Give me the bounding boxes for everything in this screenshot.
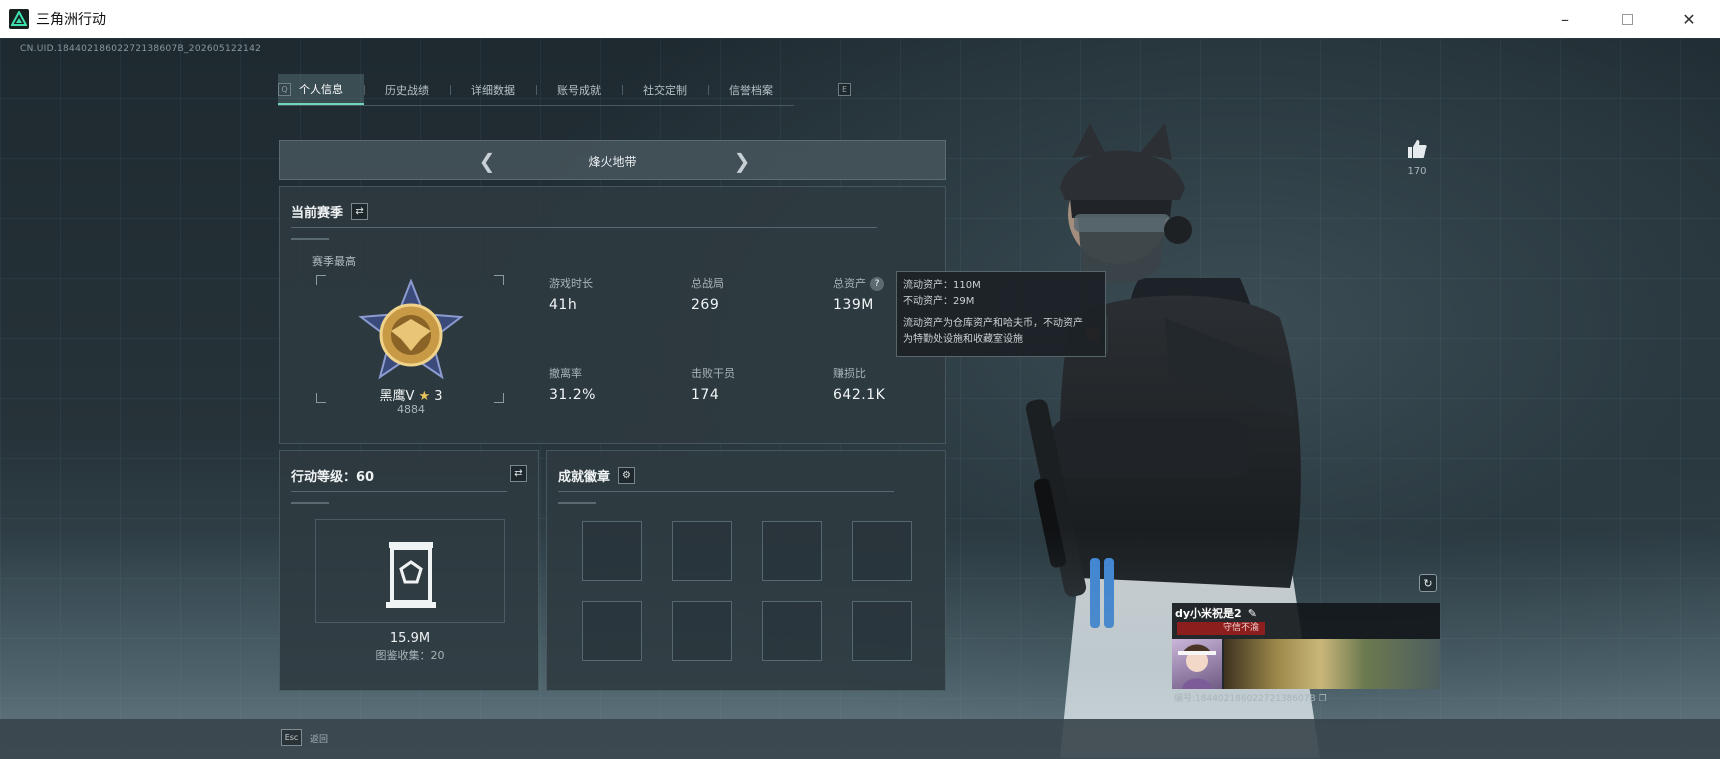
window-titlebar: 三角洲行动 – ✕ [0,0,1720,38]
badge-slot[interactable] [852,521,912,581]
level-deco-line [291,502,329,504]
refresh-icon[interactable]: ↻ [1419,574,1437,592]
back-label[interactable]: 返回 [310,732,328,745]
like-count: 170 [1407,166,1427,177]
badge-slot[interactable] [762,601,822,661]
esc-key-hint[interactable]: Esc [281,729,302,746]
window-title: 三角洲行动 [36,12,106,28]
level-divider [291,491,507,492]
edit-icon[interactable]: ✎ [1248,607,1257,620]
level-asset-value: 15.9M [389,631,431,646]
stat-playtime: 游戏时长 41h [549,277,593,313]
mode-selector: ❮ 烽火地带 ❯ [279,140,946,180]
tooltip-desc-1: 流动资产为仓库资产和哈夫币，不动资产 [903,318,1083,329]
rank-emblem-icon [358,279,464,380]
season-title: 当前赛季 [291,206,344,221]
collection-frame [315,519,505,623]
tab-details[interactable]: 详细数据 [450,74,536,105]
badge-slot[interactable] [852,601,912,661]
season-header: 当前赛季 ⇄ [291,202,369,221]
card-player-id: 编号:18440218602272138607B ❐ [1174,694,1327,704]
badges-title: 成就徽章 [558,470,611,485]
card-motto: 守信不渝 [1177,622,1265,635]
maximize-button[interactable] [1596,0,1658,38]
season-divider [291,227,877,228]
stat-kills: 击败干员 174 [691,367,735,403]
card-player-name: dy小米祝是2 ✎ [1175,606,1257,621]
stat-total-matches: 总战局 269 [691,277,724,313]
minimize-button[interactable]: – [1534,0,1596,38]
season-deco-line [291,238,329,240]
season-peak-label: 赛季最高 [312,255,356,268]
badge-slot[interactable] [672,521,732,581]
player-uid: CN.UID.18440218602272138607B_20260512214… [20,44,262,54]
thumbs-up-icon[interactable] [1406,138,1428,160]
achievement-badges-panel: 成就徽章 ⚙ [546,450,946,691]
tab-social[interactable]: 社交定制 [622,74,708,105]
tooltip-liquid-assets: 流动资产：110M [903,280,981,291]
bottom-bar [0,719,1720,759]
swap-icon[interactable]: ⇄ [510,465,527,482]
level-header: 行动等级：60 [291,466,374,485]
app-logo-icon [9,9,29,29]
tab-history[interactable]: 历史战绩 [364,74,450,105]
mode-label: 烽火地带 [588,155,637,169]
badge-slot[interactable] [582,601,642,661]
assets-tooltip: 流动资产：110M 不动资产：29M 流动资产为仓库资产和哈夫币，不动资产 为特… [896,271,1106,357]
help-icon[interactable]: ? [870,277,884,291]
tab-achievements[interactable]: 账号成就 [536,74,622,105]
next-tab-key-hint[interactable]: E [838,83,851,96]
close-button[interactable]: ✕ [1658,0,1720,38]
level-title: 行动等级：60 [291,470,375,485]
stat-profit-ratio: 赚损比 642.1K [833,367,886,403]
star-icon: ★ [418,389,431,404]
stat-extract-rate: 撤离率 31.2% [549,367,596,403]
swap-icon[interactable]: ⇄ [351,203,369,220]
main-tabs: 个人信息 历史战绩 详细数据 账号成就 社交定制 信誉档案 [278,74,794,106]
rank-emblem-frame [316,275,504,403]
rank-name: 黑鹰V ★ 3 [379,389,443,404]
copy-icon[interactable]: ❐ [1319,694,1327,704]
badge-slot[interactable] [762,521,822,581]
chevron-right-icon[interactable]: ❯ [731,149,753,173]
badges-header: 成就徽章 ⚙ [558,466,636,485]
rank-score: 4884 [397,403,425,416]
operation-level-panel: 行动等级：60 ⇄ 15.9M 图鉴收集：20 [279,450,539,691]
card-banner-image [1224,639,1440,689]
gear-icon[interactable]: ⚙ [618,467,636,484]
avatar[interactable] [1172,639,1222,689]
like-widget[interactable]: 170 [1402,138,1432,178]
badge-slot[interactable] [672,601,732,661]
current-season-panel: 当前赛季 ⇄ 赛季最高 黑鹰V ★ 3 4884 游戏时长 41h 总战局 26… [279,186,946,444]
tooltip-desc-2: 为特勤处设施和收藏室设施 [903,334,1023,345]
tab-credit[interactable]: 信誉档案 [708,74,794,105]
tab-profile[interactable]: 个人信息 [278,74,364,105]
collection-cabinet-icon [386,542,436,608]
tooltip-fixed-assets: 不动资产：29M [903,296,975,307]
badges-deco-line [558,502,596,504]
badges-divider [558,491,894,492]
player-card[interactable]: dy小米祝是2 ✎ 守信不渝 [1172,603,1440,689]
badge-slot[interactable] [582,521,642,581]
level-collection-count: 图鉴收集：20 [375,649,445,662]
